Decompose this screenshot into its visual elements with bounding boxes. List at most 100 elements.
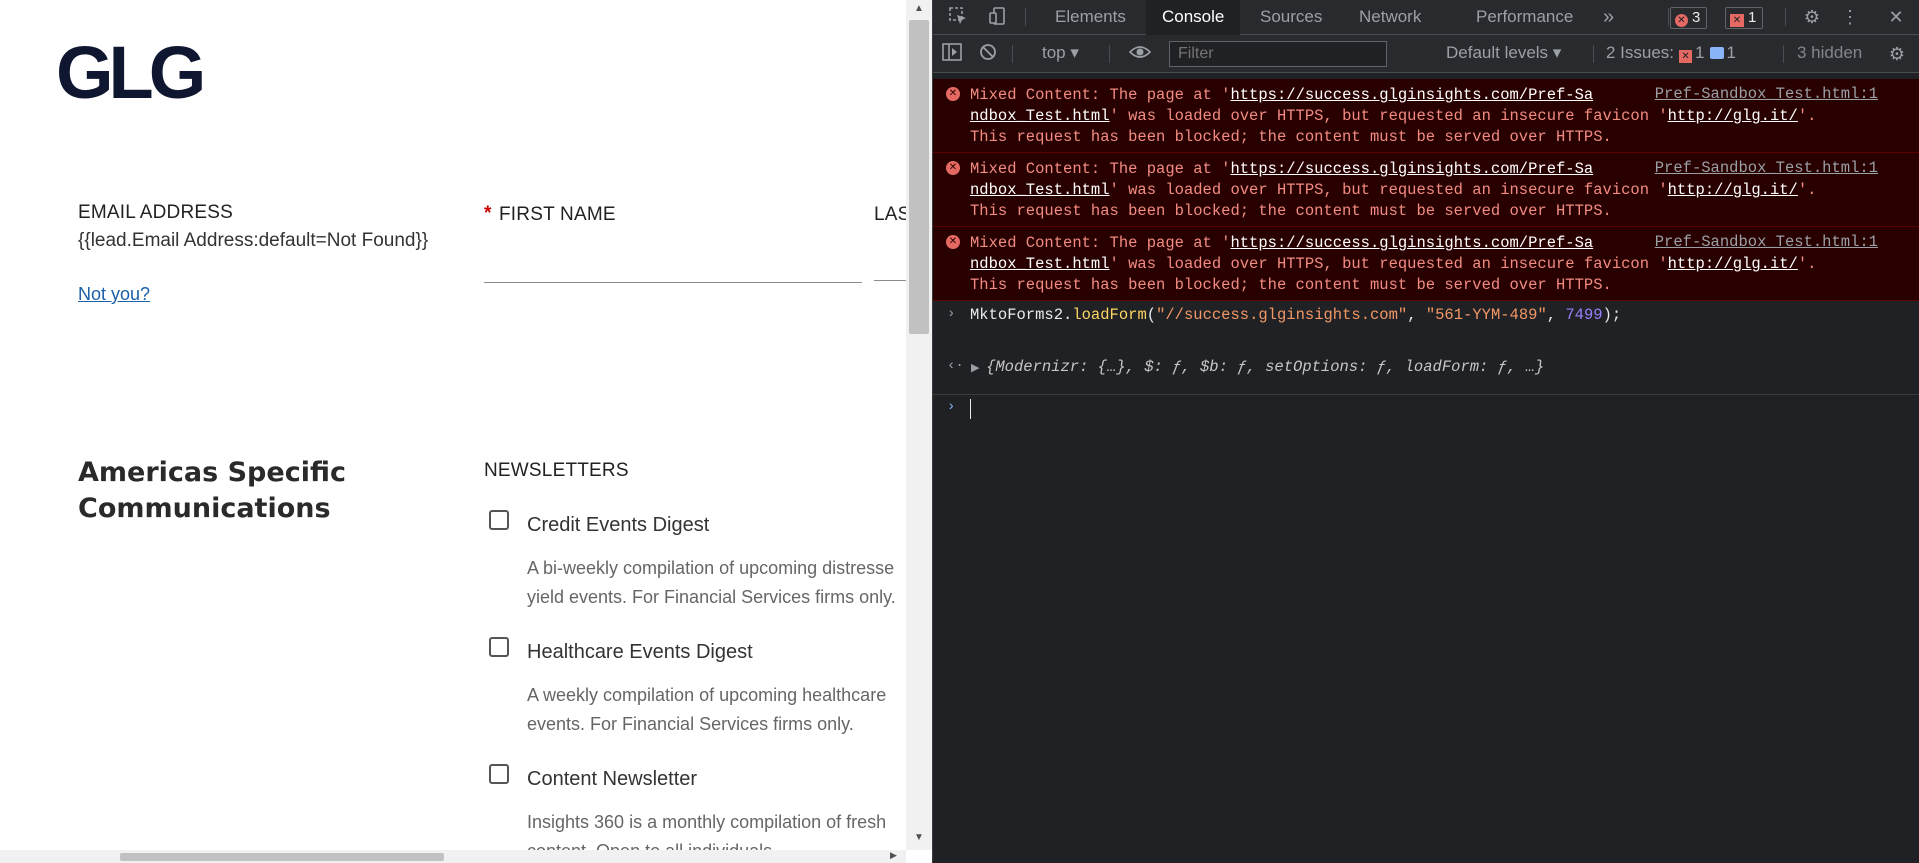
issue-error-icon: ✕: [1679, 50, 1693, 63]
error-text: This request has been blocked; the conte…: [970, 202, 1612, 220]
error-favicon-link[interactable]: http://glg.it/: [1668, 181, 1798, 199]
email-address-value: {{lead.Email Address:default=Not Found}}: [78, 230, 429, 251]
error-url-link[interactable]: ndbox_Test.html: [970, 107, 1110, 125]
issues-button[interactable]: 2 Issues: ✕ 1 1: [1606, 43, 1736, 63]
error-text: '.: [1797, 255, 1817, 273]
first-name-label: FIRST NAME: [499, 204, 616, 225]
error-text: ' was loaded over HTTPS, but requested a…: [1109, 107, 1668, 125]
dropdown-arrow-icon: ▾: [1070, 43, 1079, 62]
log-levels-label: Default levels: [1446, 43, 1549, 62]
vertical-scrollbar[interactable]: ▲ ▼: [906, 0, 932, 850]
error-icon: ✕: [946, 235, 960, 249]
error-text: '.: [1797, 181, 1817, 199]
error-count: 3: [1692, 9, 1701, 26]
command-comma: ,: [1546, 306, 1566, 324]
sidebar-toggle-icon[interactable]: [941, 43, 963, 65]
prompt-chevron-icon: ›: [947, 399, 956, 415]
newsletter-description: A weekly compilation of upcoming healthc…: [527, 685, 887, 734]
error-url-link[interactable]: https://success.glginsights.com/Pref-Sa: [1230, 160, 1593, 178]
context-label: top: [1042, 43, 1066, 62]
log-levels-dropdown[interactable]: Default levels ▾: [1446, 43, 1561, 63]
error-url-link[interactable]: https://success.glginsights.com/Pref-Sa: [1230, 234, 1593, 252]
console-prompt[interactable]: ›: [933, 394, 1919, 425]
horizontal-scroll-thumb[interactable]: [120, 853, 444, 861]
scroll-right-icon[interactable]: ▶: [890, 850, 897, 861]
context-selector[interactable]: top ▾: [1042, 43, 1079, 63]
error-text: '.: [1797, 107, 1817, 125]
tab-performance[interactable]: Performance: [1460, 0, 1589, 34]
email-address-label: EMAIL ADDRESS: [78, 202, 233, 223]
newsletter-checkbox[interactable]: [489, 510, 509, 530]
error-favicon-link[interactable]: http://glg.it/: [1668, 255, 1798, 273]
required-asterisk: *: [484, 203, 492, 224]
error-source-link[interactable]: Pref-Sandbox_Test.html:1: [1655, 159, 1878, 177]
toolbar-separator: [1109, 45, 1110, 63]
newsletters-label: NEWSLETTERS: [484, 460, 629, 481]
newsletter-title[interactable]: Content Newsletter: [527, 768, 697, 791]
toolbar-separator: [1025, 8, 1026, 26]
newsletter-checkbox[interactable]: [489, 764, 509, 784]
vertical-scroll-thumb[interactable]: [909, 20, 929, 334]
issue-count: 1: [1748, 9, 1757, 26]
issue-info-icon: [1709, 47, 1724, 59]
toolbar-separator: [1668, 8, 1669, 26]
error-text: Mixed Content: The page at ': [970, 86, 1231, 104]
more-tabs-icon[interactable]: »: [1587, 0, 1630, 34]
horizontal-scrollbar[interactable]: ▶: [0, 850, 906, 863]
command-paren: (: [1146, 306, 1157, 324]
command-paren: );: [1602, 306, 1622, 324]
console-settings-gear-icon[interactable]: ⚙: [1886, 43, 1908, 65]
command-arg: "561-YYM-489": [1425, 306, 1547, 324]
error-source-link[interactable]: Pref-Sandbox_Test.html:1: [1655, 233, 1878, 251]
console-error-message: ✕ Mixed Content: The page at 'https://su…: [933, 153, 1919, 227]
web-page: GLG EMAIL ADDRESS {{lead.Email Address:d…: [0, 0, 932, 863]
prompt-caret[interactable]: [970, 399, 971, 420]
scroll-down-icon[interactable]: ▼: [914, 832, 924, 843]
command-text: MktoForms2.loadForm("//success.glginsigh…: [970, 306, 1621, 324]
command-fn: MktoForms2.: [970, 306, 1073, 324]
error-source-link[interactable]: Pref-Sandbox_Test.html:1: [1655, 85, 1878, 103]
inspect-element-icon[interactable]: [947, 6, 969, 28]
tab-sources[interactable]: Sources: [1244, 0, 1338, 34]
console-toolbar: top ▾ Default levels ▾ 2 Issues:✕11 3 hi…: [933, 35, 1919, 73]
error-text: Mixed Content: The page at ': [970, 160, 1231, 178]
hidden-messages-count: 3 hidden: [1797, 43, 1863, 62]
error-url-link[interactable]: https://success.glginsights.com/Pref-Sa: [1230, 86, 1593, 104]
error-favicon-link[interactable]: http://glg.it/: [1668, 107, 1798, 125]
console-filter-input[interactable]: [1169, 41, 1387, 67]
close-devtools-icon[interactable]: ✕: [1885, 6, 1907, 28]
not-you-link[interactable]: Not you?: [78, 284, 150, 305]
error-text: ' was loaded over HTTPS, but requested a…: [1109, 255, 1668, 273]
settings-gear-icon[interactable]: ⚙: [1801, 6, 1823, 28]
error-icon: ✕: [946, 161, 960, 175]
newsletter-title[interactable]: Healthcare Events Digest: [527, 641, 753, 664]
tab-network[interactable]: Network: [1343, 0, 1437, 34]
first-name-input[interactable]: [484, 250, 862, 283]
issue-count-badge[interactable]: ✕ 1: [1725, 7, 1764, 29]
tab-console[interactable]: Console: [1146, 0, 1241, 36]
device-toolbar-icon[interactable]: [987, 6, 1009, 28]
expand-triangle-icon[interactable]: ▶: [971, 363, 986, 375]
result-object[interactable]: ▶ {Modernizr: {…}, $: ƒ, $b: ƒ, setOptio…: [971, 358, 1544, 376]
eye-icon[interactable]: [1128, 43, 1152, 65]
error-count-badge[interactable]: ✕ 3: [1670, 7, 1708, 29]
tab-elements[interactable]: Elements: [1039, 0, 1142, 34]
clear-console-icon[interactable]: [977, 43, 999, 65]
newsletter-title[interactable]: Credit Events Digest: [527, 514, 709, 537]
console-error-message: ✕ Mixed Content: The page at 'https://su…: [933, 227, 1919, 301]
dropdown-arrow-icon: ▾: [1552, 43, 1562, 62]
toolbar-separator: [1593, 45, 1594, 63]
scroll-up-icon[interactable]: ▲: [914, 3, 924, 14]
error-url-link[interactable]: ndbox_Test.html: [970, 255, 1110, 273]
issue-icon: ✕: [1730, 14, 1744, 27]
more-options-icon[interactable]: ⋮: [1839, 6, 1861, 28]
error-text: This request has been blocked; the conte…: [970, 128, 1612, 146]
toolbar-separator: [1785, 8, 1786, 26]
newsletter-checkbox[interactable]: [489, 637, 509, 657]
command-method: loadForm: [1072, 306, 1147, 324]
error-text: Mixed Content: The page at ': [970, 234, 1231, 252]
result-arrow-icon: ‹·: [947, 358, 964, 374]
error-icon: ✕: [946, 87, 960, 101]
issues-label: 2 Issues:: [1606, 43, 1675, 62]
error-url-link[interactable]: ndbox_Test.html: [970, 181, 1110, 199]
